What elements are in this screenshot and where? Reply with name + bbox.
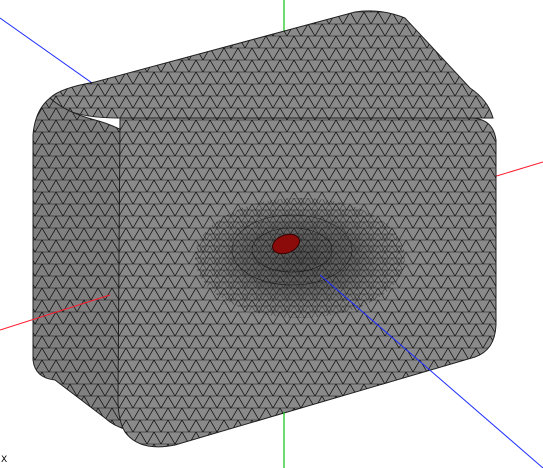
mesh-scene[interactable] [0, 0, 543, 468]
axis-corner-label: X [1, 455, 8, 465]
3d-viewport[interactable]: X [0, 0, 543, 468]
x-axis-right [489, 161, 543, 179]
